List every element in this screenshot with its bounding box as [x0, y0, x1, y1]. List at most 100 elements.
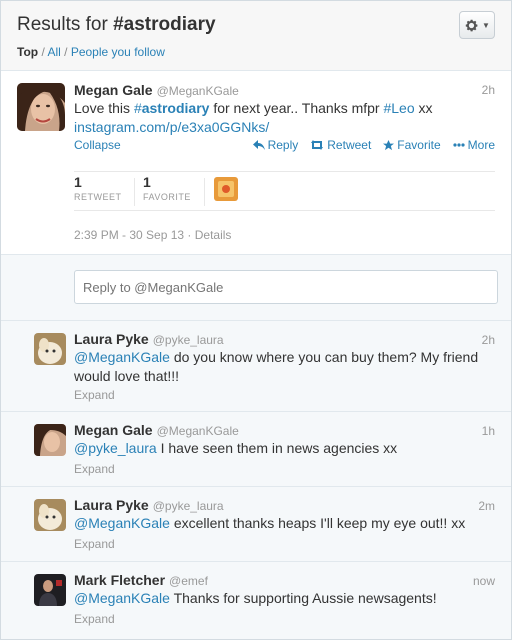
author-name[interactable]: Mark Fletcher: [74, 572, 165, 588]
author-handle[interactable]: @pyke_laura: [153, 499, 224, 513]
avatar-photo: [17, 83, 65, 131]
author-name[interactable]: Megan Gale: [74, 422, 153, 438]
avatar[interactable]: [34, 499, 66, 531]
details-link[interactable]: Details: [195, 228, 232, 242]
hashtag-symbol: #: [133, 100, 142, 116]
mention-link[interactable]: @pyke_laura: [74, 440, 157, 456]
reply-tweet[interactable]: Laura Pyke @pyke_laura 2h @MeganKGale do …: [1, 321, 511, 412]
mention-link[interactable]: @MeganKGale: [74, 349, 170, 365]
reply-tweet[interactable]: Laura Pyke @pyke_laura 2m @MeganKGale exc…: [1, 487, 511, 562]
reply-tweet[interactable]: Megan Gale @MeganKGale 1h @pyke_laura I h…: [1, 412, 511, 487]
favoriter-avatar-image: [214, 177, 238, 201]
author-handle[interactable]: @MeganKGale: [157, 84, 239, 98]
favorite-count-label: FAVORITE: [143, 192, 191, 202]
tweet-author[interactable]: Megan Gale @MeganKGale: [74, 82, 239, 100]
tweet-text-part: xx: [414, 100, 433, 116]
expanded-tweet[interactable]: Megan Gale @MeganKGale 2h Love this #astr…: [1, 71, 511, 255]
favorite-count-number: 1: [143, 174, 151, 190]
reply-icon: [252, 140, 265, 150]
hashtag-word: astrodiary: [141, 100, 210, 116]
tweet-time[interactable]: now: [473, 574, 495, 588]
tweet-text: @MeganKGale excellent thanks heaps I'll …: [74, 514, 494, 533]
reply-tweet[interactable]: Mark Fletcher @emef now @MeganKGale Thank…: [1, 562, 511, 639]
tweet-text-part: for next year.. Thanks mfpr: [209, 100, 384, 116]
avatar[interactable]: [34, 424, 66, 456]
author-handle[interactable]: @emef: [169, 574, 208, 588]
reply-label: Reply: [267, 138, 299, 152]
results-filter-bar: Top / All / People you follow: [17, 45, 165, 59]
collapse-link[interactable]: Collapse: [74, 138, 121, 152]
expand-link[interactable]: Expand: [74, 612, 115, 626]
avatar[interactable]: [34, 333, 66, 365]
reply-input[interactable]: [74, 270, 498, 304]
reply-author[interactable]: Mark Fletcher @emef: [74, 572, 208, 590]
avatar[interactable]: [17, 83, 65, 131]
hashtag-astrodiary[interactable]: #astrodiary: [134, 100, 210, 116]
gear-icon: [465, 19, 478, 31]
tweet-time[interactable]: 2h: [482, 333, 495, 347]
author-name[interactable]: Laura Pyke: [74, 497, 149, 513]
expand-link[interactable]: Expand: [74, 537, 115, 551]
tweet-timestamp: 2:39 PM - 30 Sep 13 · Details: [74, 228, 231, 242]
more-label: More: [467, 138, 495, 152]
author-handle[interactable]: @pyke_laura: [153, 333, 224, 347]
stat-divider: [204, 178, 205, 206]
expand-link[interactable]: Expand: [74, 388, 115, 402]
tweet-text: @MeganKGale Thanks for supporting Aussie…: [74, 589, 494, 608]
star-icon: [383, 139, 395, 150]
avatar-photo: [34, 424, 66, 456]
tweet-text-body: Thanks for supporting Aussie newsagents!: [169, 590, 437, 606]
expand-link[interactable]: Expand: [74, 462, 115, 476]
mention-link[interactable]: @MeganKGale: [74, 590, 170, 606]
tweet-text-part: Love this: [74, 100, 134, 116]
author-name[interactable]: Megan Gale: [74, 82, 153, 98]
tweet-time[interactable]: 2m: [478, 499, 495, 513]
reply-button[interactable]: Reply: [252, 138, 299, 152]
more-button[interactable]: More: [453, 138, 495, 152]
tweet-text-body: excellent thanks heaps I'll keep my eye …: [169, 515, 466, 531]
reply-author[interactable]: Laura Pyke @pyke_laura: [74, 331, 224, 349]
favoriter-avatar[interactable]: [214, 177, 238, 201]
filter-all[interactable]: All: [47, 45, 60, 59]
retweet-count-label: RETWEET: [74, 192, 122, 202]
filter-people-you-follow[interactable]: People you follow: [71, 45, 165, 59]
avatar-photo: [34, 333, 66, 365]
avatar-photo: [34, 574, 66, 606]
retweet-icon: [311, 140, 324, 150]
timestamp-text: 2:39 PM - 30 Sep 13: [74, 228, 185, 242]
tweet-actions: Reply Retweet Favorite More: [252, 138, 495, 152]
more-dots-icon: [453, 143, 465, 147]
chevron-down-icon: ▼: [482, 20, 490, 30]
title-prefix: Results for: [17, 14, 114, 35]
avatar[interactable]: [34, 574, 66, 606]
tweet-stats: 1 RETWEET 1 FAVORITE: [74, 171, 495, 211]
tweet-text: @pyke_laura I have seen them in news age…: [74, 439, 494, 458]
retweet-count-number: 1: [74, 174, 82, 190]
tweet-text: @MeganKGale do you know where you can bu…: [74, 348, 494, 386]
filter-separator: /: [60, 45, 71, 59]
tweet-text: Love this #astrodiary for next year.. Th…: [74, 99, 494, 137]
instagram-link[interactable]: instagram.com/p/e3xa0GGNks/: [74, 119, 269, 135]
page-title: Results for #astrodiary: [17, 14, 216, 36]
retweet-label: Retweet: [327, 138, 372, 152]
results-header: Results for #astrodiary Top / All / Peop…: [1, 1, 511, 71]
author-handle[interactable]: @MeganKGale: [157, 424, 239, 438]
search-results-panel: Results for #astrodiary Top / All / Peop…: [0, 0, 512, 640]
favorite-button[interactable]: Favorite: [383, 138, 441, 152]
reply-author[interactable]: Megan Gale @MeganKGale: [74, 422, 239, 440]
tweet-time[interactable]: 1h: [482, 424, 495, 438]
retweet-button[interactable]: Retweet: [310, 138, 371, 152]
tweet-time[interactable]: 2h: [482, 83, 495, 97]
reply-author[interactable]: Laura Pyke @pyke_laura: [74, 497, 224, 515]
timestamp-separator: ·: [184, 228, 195, 242]
stat-divider: [134, 178, 135, 206]
mention-link[interactable]: @MeganKGale: [74, 515, 170, 531]
filter-top[interactable]: Top: [17, 45, 38, 59]
title-query: #astrodiary: [113, 14, 216, 35]
favorite-label: Favorite: [397, 138, 441, 152]
hashtag-leo[interactable]: #Leo: [383, 100, 414, 116]
author-name[interactable]: Laura Pyke: [74, 331, 149, 347]
reply-area: [1, 255, 511, 321]
tweet-text-body: I have seen them in news agencies xx: [156, 440, 398, 456]
settings-dropdown-button[interactable]: ▼: [459, 11, 495, 39]
